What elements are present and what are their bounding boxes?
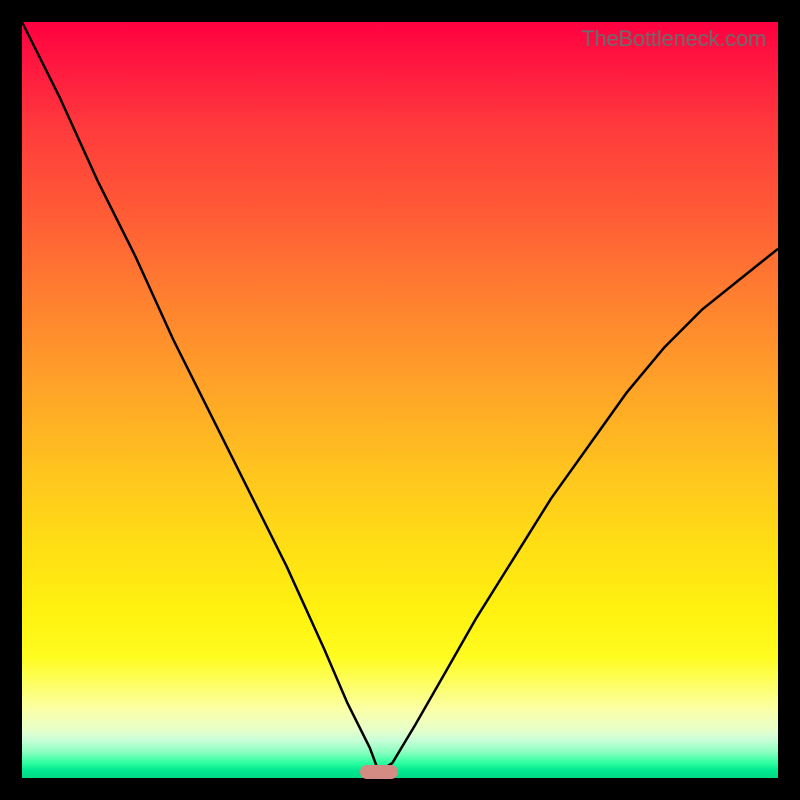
optimum-marker — [360, 765, 398, 779]
bottleneck-curve — [22, 22, 778, 778]
chart-frame: TheBottleneck.com — [0, 0, 800, 800]
plot-area: TheBottleneck.com — [22, 22, 778, 778]
curve-path — [22, 22, 778, 772]
